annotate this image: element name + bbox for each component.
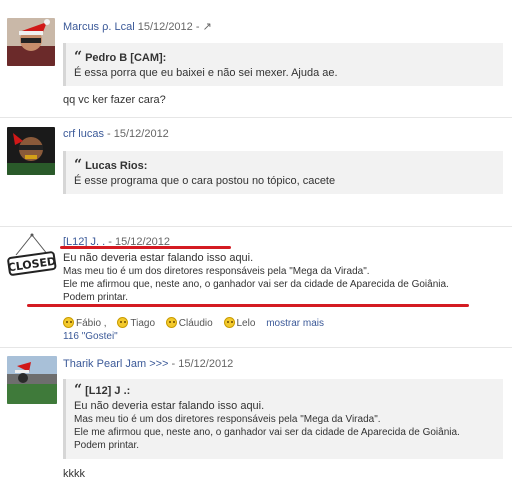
highlight-underline: [27, 304, 469, 307]
divider: [0, 117, 512, 118]
post-line: Mas meu tio é um dos diretores responsáv…: [63, 266, 370, 277]
quote-line: Podem printar.: [74, 440, 140, 451]
reaction-item[interactable]: Tiago: [117, 317, 155, 329]
quote-line: É essa porra que eu baixei e não sei mex…: [74, 67, 338, 79]
author-link[interactable]: crf lucas: [63, 128, 104, 140]
divider: [0, 347, 512, 348]
post-date: - 15/12/2012: [107, 128, 169, 140]
closed-badge: CLOSED: [4, 233, 60, 281]
author-link[interactable]: Tharik Pearl Jam >>>: [63, 358, 168, 370]
quote-author: [L12] J .:: [85, 385, 131, 397]
post-date: 15/12/2012: [137, 21, 193, 33]
show-more-link[interactable]: mostrar mais: [266, 318, 324, 329]
quote-icon: “: [74, 382, 83, 398]
avatar[interactable]: [7, 356, 57, 404]
post-meta: Marcus ρ. Lcal 15/12/2012 - ↗: [63, 20, 212, 33]
post-body: qq vc ker fazer cara?: [63, 94, 166, 106]
divider: [0, 226, 512, 227]
reactions-row: Fábio , Tiago Cláudio Lelo mostrar mais: [63, 317, 324, 329]
quote-block: “[L12] J .: Eu não deveria estar falando…: [63, 379, 503, 459]
date-suffix: - ↗: [195, 21, 212, 33]
smiley-icon: [63, 317, 74, 328]
quote-line: Mas meu tio é um dos diretores responsáv…: [74, 414, 381, 425]
quote-block: “Pedro B [CAM]: É essa porra que eu baix…: [63, 43, 503, 86]
smiley-icon: [223, 317, 235, 328]
avatar[interactable]: [7, 18, 55, 66]
post-body: kkkk: [63, 468, 85, 479]
quote-icon: “: [74, 157, 83, 173]
post-line: Podem printar.: [63, 292, 129, 303]
smiley-icon: [117, 317, 129, 328]
post-line: Eu não deveria estar falando isso aqui.: [63, 252, 254, 264]
avatar[interactable]: [7, 127, 55, 175]
quote-line: Ele me afirmou que, neste ano, o ganhado…: [74, 427, 460, 438]
author-link[interactable]: Marcus ρ. Lcal: [63, 21, 135, 33]
quote-block: “Lucas Rios: É esse programa que o cara …: [63, 151, 503, 194]
highlight-underline: [60, 246, 231, 249]
reaction-item[interactable]: Cláudio: [165, 317, 213, 329]
post-date: - 15/12/2012: [171, 358, 234, 370]
smiley-icon: [165, 317, 177, 328]
quote-author: Pedro B [CAM]:: [85, 52, 167, 64]
quote-author: Lucas Rios:: [85, 160, 148, 172]
post-meta: crf lucas - 15/12/2012: [63, 128, 169, 140]
reaction-item[interactable]: Fábio ,: [63, 317, 107, 329]
quote-line: Eu não deveria estar falando isso aqui.: [74, 400, 265, 412]
post-body: Eu não deveria estar falando isso aqui. …: [63, 252, 449, 304]
post-line: qq vc ker fazer cara?: [63, 94, 166, 106]
likes-count[interactable]: 116 "Gostei": [63, 331, 118, 342]
post-line: Ele me afirmou que, neste ano, o ganhado…: [63, 279, 449, 290]
reaction-item[interactable]: Lelo: [223, 317, 255, 329]
post-line: kkkk: [63, 468, 85, 479]
quote-line: É esse programa que o cara postou no tóp…: [74, 175, 336, 187]
post-meta: Tharik Pearl Jam >>> - 15/12/2012: [63, 358, 233, 370]
quote-icon: “: [74, 49, 83, 65]
